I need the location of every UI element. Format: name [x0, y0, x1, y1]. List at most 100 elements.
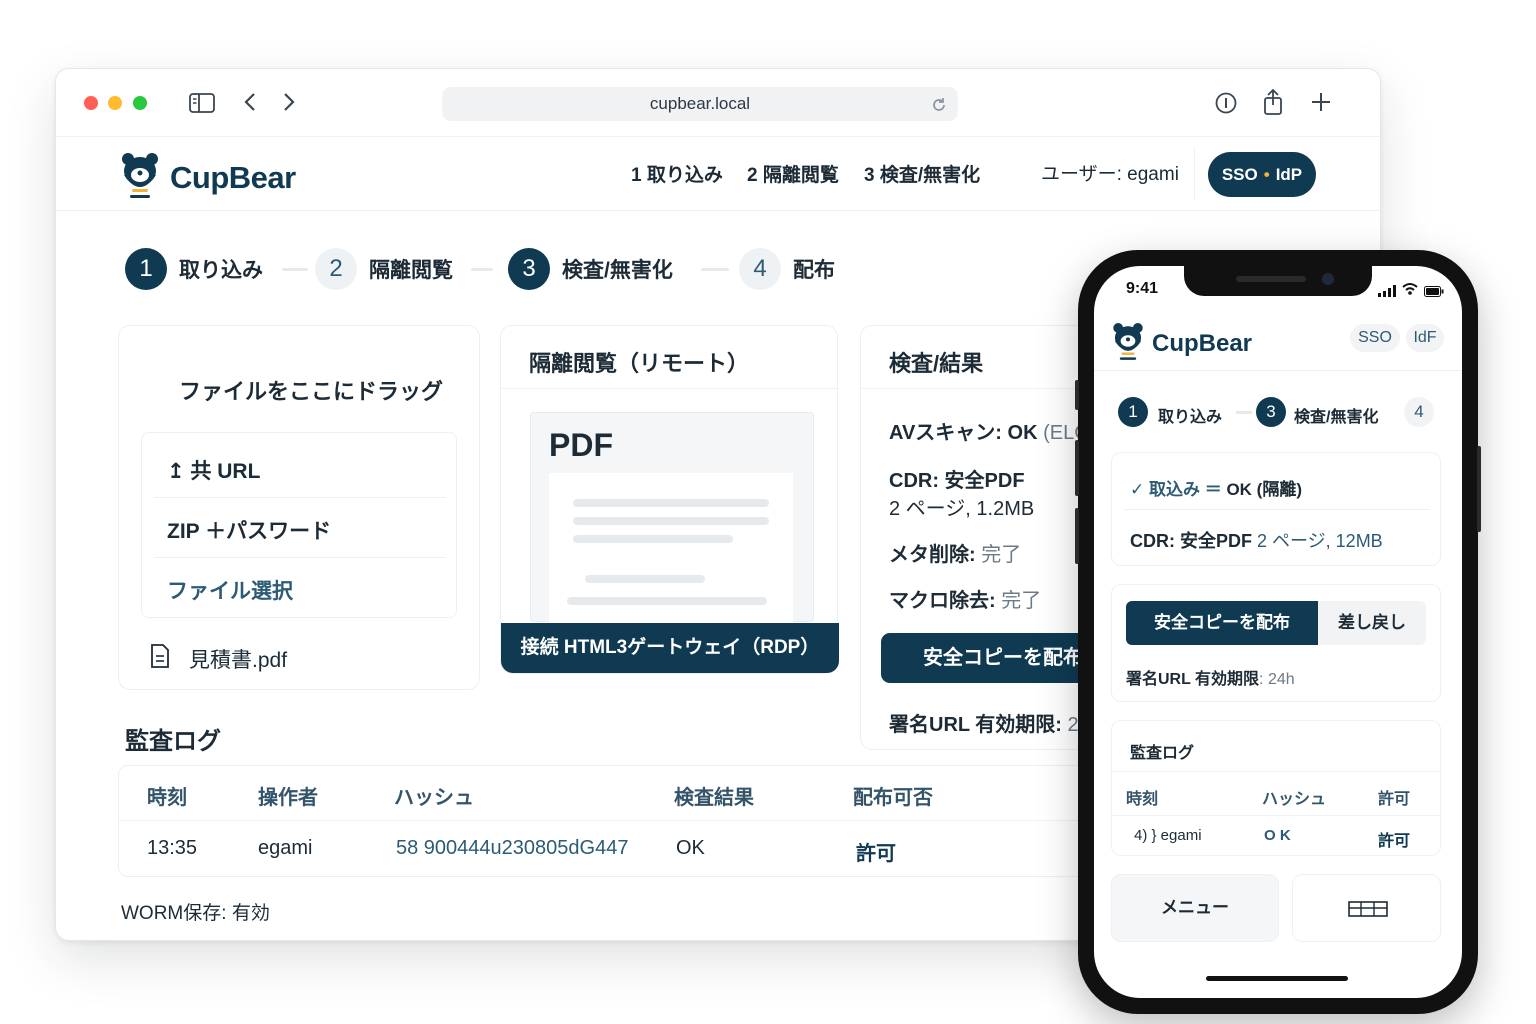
phone-cdr-detail: 2 ページ, 12MB	[1257, 531, 1383, 551]
cdr-result: CDR: 安全PDF	[889, 470, 1025, 492]
phone-screen: 9:41 CupBear SSO IdF 1 取り込み 3 検査/無害化 4 ✓…	[1094, 266, 1462, 998]
new-tab-icon[interactable]	[1310, 91, 1332, 117]
brand-logo[interactable]: CupBear	[118, 151, 296, 204]
upload-zip-option[interactable]: ZIP ＋パスワード	[155, 515, 445, 545]
column-header-permit[interactable]: 配布可否	[853, 781, 933, 810]
log-cell-result: OK	[676, 837, 705, 859]
address-text: cupbear.local	[649, 94, 751, 113]
phone-distribute-button[interactable]: 安全コピーを配布	[1126, 601, 1318, 645]
bear-logo-icon	[118, 151, 162, 204]
sso-label: SSO	[1221, 165, 1258, 184]
av-scan-result: AVスキャン: OK (ELC	[889, 416, 1089, 445]
text-line	[567, 597, 767, 605]
text-line	[573, 535, 733, 543]
nav-isolated-view[interactable]: 2 隔離閲覧	[747, 160, 839, 187]
document-page	[549, 473, 793, 623]
address-bar[interactable]: cupbear.local	[442, 87, 958, 121]
speaker-grille	[1236, 276, 1306, 282]
step-distribute[interactable]: 4 配布	[739, 248, 835, 290]
step-isolated-view[interactable]: 2 隔離閲覧	[315, 248, 453, 290]
text-line	[585, 575, 705, 583]
phone-cdr-result: CDR: 安全PDF 2 ページ, 12MB	[1130, 527, 1383, 553]
upload-url-option[interactable]: ↥ 共 URL	[155, 455, 445, 485]
divider	[1112, 771, 1442, 772]
step-number: 1	[125, 248, 167, 290]
phone-step-number[interactable]: 3	[1256, 397, 1286, 427]
table-divider	[119, 820, 1099, 821]
back-icon[interactable]	[243, 91, 257, 117]
sso-idp-button[interactable]: SSO • IdP	[1208, 152, 1316, 197]
header-divider	[1194, 147, 1195, 201]
rdp-gateway-button[interactable]: 接続 HTML3ゲートウェイ（RDP）	[501, 623, 839, 673]
phone-log-cell-hash[interactable]: O K	[1264, 827, 1291, 844]
file-icon	[149, 643, 171, 674]
divider	[154, 557, 446, 558]
phone-column-time[interactable]: 時刻	[1126, 785, 1158, 809]
step-ingest[interactable]: 1 取り込み	[125, 248, 263, 290]
phone-step-number[interactable]: 1	[1118, 397, 1148, 427]
divider	[501, 388, 839, 389]
document-type-label: PDF	[549, 427, 613, 463]
phone-sso-chip[interactable]: SSO	[1350, 324, 1400, 352]
phone-return-button[interactable]: 差し戻し	[1318, 601, 1426, 645]
phone-brand-logo[interactable]: CupBear	[1110, 321, 1252, 366]
phone-log-cell-permit: 許可	[1378, 833, 1411, 850]
phone-column-hash[interactable]: ハッシュ	[1262, 785, 1326, 809]
column-header-time[interactable]: 時刻	[147, 781, 187, 810]
log-cell-hash[interactable]: 58 900444u230805dG447	[396, 837, 628, 860]
zoom-window-button[interactable]	[133, 96, 147, 110]
remote-document-preview[interactable]: PDF	[530, 412, 814, 623]
file-select-option[interactable]: ファイル選択	[155, 575, 445, 605]
phone-step-label: 取り込み	[1158, 409, 1223, 426]
phone-idp-chip[interactable]: IdF	[1406, 324, 1444, 352]
metadata-result: メタ削除: 完了	[889, 538, 1021, 567]
close-window-button[interactable]	[84, 96, 98, 110]
log-cell-operator: egami	[258, 837, 313, 859]
phone-log-title: 監査ログ	[1130, 745, 1195, 762]
uploaded-file-name[interactable]: 見積書.pdf	[189, 644, 287, 674]
app-header: CupBear 1 取り込み 2 隔離閲覧 3 検査/無害化 ユーザー: ega…	[56, 137, 1380, 211]
inspection-title: 検査/結果	[889, 351, 984, 376]
phone-table-button[interactable]	[1292, 874, 1441, 942]
forward-icon[interactable]	[282, 91, 296, 117]
share-icon[interactable]	[1262, 88, 1284, 120]
step-inspect[interactable]: 3 検査/無害化	[508, 248, 673, 290]
phone-notch	[1184, 266, 1372, 296]
phone-side-button	[1075, 380, 1079, 410]
metadata-label: メタ削除:	[889, 544, 976, 566]
phone-ingest-value: OK (隔離)	[1226, 480, 1302, 499]
battery-icon	[1424, 284, 1444, 302]
nav-ingest[interactable]: 1 取り込み	[631, 160, 723, 187]
divider	[154, 497, 446, 498]
phone-step-label: 検査/無害化	[1294, 409, 1379, 426]
step-number: 2	[315, 248, 357, 290]
nav-inspect[interactable]: 3 検査/無害化	[864, 160, 980, 187]
phone-menu-button[interactable]: メニュー	[1111, 874, 1279, 942]
step-connector	[282, 268, 308, 271]
inspection-card: 検査/結果 AVスキャン: OK (ELC CDR: 安全PDF 2 ページ, …	[860, 325, 1121, 750]
column-header-result[interactable]: 検査結果	[674, 781, 754, 810]
column-header-hash[interactable]: ハッシュ	[394, 781, 474, 810]
text-line	[573, 499, 769, 507]
phone-side-button	[1075, 508, 1079, 564]
home-indicator[interactable]	[1206, 976, 1348, 981]
idp-label: IdP	[1275, 165, 1303, 184]
macro-result: マクロ除去: 完了	[889, 584, 1041, 613]
sidebar-toggle-icon[interactable]	[189, 92, 215, 118]
phone-step-number[interactable]: 4	[1404, 397, 1434, 427]
phone-brand-name: CupBear	[1152, 329, 1253, 357]
step-connector	[1236, 411, 1252, 414]
phone-ingest-status: ✓ 取込み ＝ OK (隔離)	[1130, 475, 1302, 500]
step-connector	[471, 268, 493, 271]
minimize-window-button[interactable]	[108, 96, 122, 110]
isolated-viewer-card: 隔離閲覧（リモート） PDF 接続 HTML3ゲートウェイ（RDP）	[500, 325, 839, 674]
info-icon[interactable]	[1214, 91, 1238, 119]
phone-log-cell-time: 4) } egami	[1134, 827, 1202, 844]
column-header-operator[interactable]: 操作者	[258, 781, 318, 810]
worm-status: WORM保存: 有効	[121, 903, 270, 924]
drop-zone-title[interactable]: ファイルをここにドラッグ	[179, 374, 443, 406]
wifi-icon	[1402, 282, 1418, 301]
phone-signed-url-label: 署名URL 有効期限	[1126, 671, 1260, 688]
phone-column-permit[interactable]: 許可	[1378, 785, 1410, 809]
reload-icon[interactable]	[930, 87, 948, 121]
